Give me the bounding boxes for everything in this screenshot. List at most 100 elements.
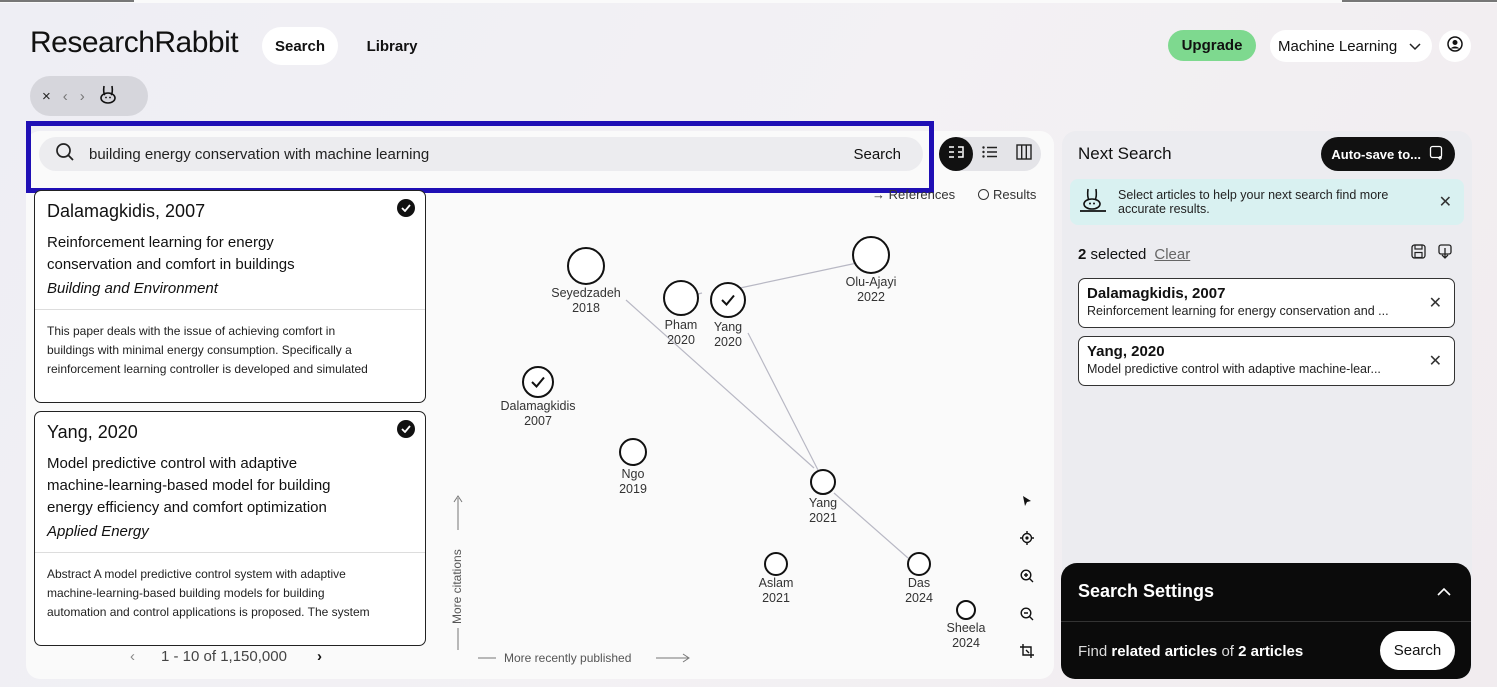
- paper-title: Yang, 2020: [47, 422, 138, 442]
- upgrade-button[interactable]: Upgrade: [1168, 30, 1256, 61]
- paper-venue: Building and Environment: [47, 280, 218, 297]
- graph-node-year: 2007: [524, 414, 552, 428]
- fit-view-button[interactable]: [1016, 643, 1038, 665]
- graph-node-circle[interactable]: [663, 280, 699, 316]
- find-related-text: Find related articles of 2 articles: [1078, 643, 1303, 660]
- selection-actions: [1411, 244, 1452, 264]
- find-prefix: Find: [1078, 643, 1108, 660]
- columns-icon: [1016, 143, 1032, 165]
- selected-paper-card[interactable]: Yang, 2020 Model predictive control with…: [1078, 336, 1455, 386]
- download-icon[interactable]: [1438, 244, 1452, 264]
- graph-node-circle[interactable]: [619, 438, 647, 466]
- close-hint-icon[interactable]: ✕: [1439, 192, 1452, 212]
- prev-page-button[interactable]: ‹: [130, 648, 135, 665]
- paper-subtitle-line: Model predictive control with adaptive: [47, 455, 298, 472]
- auto-save-button[interactable]: Auto-save to...: [1321, 137, 1455, 171]
- checked-icon[interactable]: [397, 420, 415, 438]
- user-icon: [1447, 35, 1463, 57]
- chevron-up-icon[interactable]: [1437, 583, 1451, 601]
- abstract-line: automation and control applications is p…: [47, 605, 370, 619]
- abstract-line: Abstract A model predictive control syst…: [47, 567, 346, 581]
- paper-abstract: Abstract A model predictive control syst…: [35, 552, 425, 630]
- auto-save-label: Auto-save to...: [1331, 146, 1421, 162]
- graph-node-circle[interactable]: [852, 236, 890, 274]
- graph-node[interactable]: Das2024: [905, 552, 933, 605]
- remove-selected-icon[interactable]: ✕: [1429, 293, 1442, 313]
- account-button[interactable]: [1439, 30, 1471, 62]
- paper-card[interactable]: Dalamagkidis, 2007 Reinforcement learnin…: [34, 190, 426, 403]
- graph-node[interactable]: Sheela2024: [947, 600, 986, 650]
- nav-library-tab[interactable]: Library: [354, 27, 430, 65]
- collection-dropdown[interactable]: Machine Learning: [1270, 30, 1432, 62]
- zoom-out-icon: [1020, 606, 1034, 626]
- graph-node-name: Ngo: [622, 467, 645, 481]
- find-mid: of: [1221, 643, 1234, 660]
- paper-card[interactable]: Yang, 2020 Model predictive control with…: [34, 411, 426, 646]
- chevron-down-icon: [1409, 38, 1421, 55]
- zoom-in-icon: [1020, 568, 1034, 588]
- graph-view-button[interactable]: [939, 137, 973, 171]
- graph-node-year: 2019: [619, 482, 647, 496]
- graph-node[interactable]: Aslam2021: [759, 552, 794, 605]
- graph-node-name: Dalamagkidis: [500, 399, 575, 413]
- back-icon[interactable]: ‹: [63, 88, 68, 105]
- graph-node[interactable]: Dalamagkidis2007: [500, 366, 576, 428]
- graph-node[interactable]: Yang2020: [710, 282, 746, 349]
- graph-edge: [833, 492, 909, 559]
- pagination: ‹ 1 - 10 of 1,150,000 ›: [130, 648, 322, 665]
- graph-node-circle[interactable]: [907, 552, 931, 576]
- graph-node[interactable]: Olu-Ajayi2022: [846, 236, 897, 304]
- top-border: [0, 0, 1497, 3]
- close-icon[interactable]: ×: [42, 88, 51, 105]
- view-toggle: [939, 137, 1041, 171]
- paper-subtitle-line: energy efficiency and comfort optimizati…: [47, 499, 327, 516]
- graph-node-year: 2024: [952, 636, 980, 650]
- graph-node-circle[interactable]: [567, 247, 605, 285]
- graph-node-circle[interactable]: [810, 469, 836, 495]
- collection-label: Machine Learning: [1278, 37, 1398, 55]
- graph-node-circle[interactable]: [710, 282, 746, 318]
- graph-node-circle[interactable]: [522, 366, 554, 398]
- selected-paper-card[interactable]: Dalamagkidis, 2007 Reinforcement learnin…: [1078, 278, 1455, 328]
- settings-divider: [1061, 621, 1471, 622]
- top-border-segment: [0, 0, 134, 2]
- search-settings-panel: Search Settings Find related articles of…: [1061, 563, 1471, 679]
- graph-node[interactable]: Pham2020: [663, 280, 699, 347]
- graph-node-year: 2022: [857, 290, 885, 304]
- next-search-title: Next Search: [1078, 144, 1172, 163]
- nav-search-tab[interactable]: Search: [262, 27, 338, 65]
- column-view-button[interactable]: [1007, 137, 1041, 171]
- graph-node-year: 2021: [809, 511, 837, 525]
- next-page-button[interactable]: ›: [317, 648, 322, 665]
- graph-node-circle[interactable]: [764, 552, 788, 576]
- graph-node-year: 2018: [572, 301, 600, 315]
- selected-paper-title: Yang, 2020: [1087, 343, 1165, 360]
- zoom-out-button[interactable]: [1016, 605, 1038, 627]
- graph-node[interactable]: Seyedzadeh2018: [551, 247, 621, 315]
- graph-node[interactable]: Ngo2019: [619, 438, 647, 496]
- search-settings-title[interactable]: Search Settings: [1078, 581, 1214, 602]
- graph-node-year: 2021: [762, 591, 790, 605]
- list-view-button[interactable]: [973, 137, 1007, 171]
- zoom-in-button[interactable]: [1016, 567, 1038, 589]
- graph-node-name: Yang: [714, 320, 742, 334]
- clear-selection-link[interactable]: Clear: [1154, 246, 1190, 263]
- save-icon[interactable]: [1411, 244, 1426, 264]
- find-count-label: 2 articles: [1238, 643, 1304, 660]
- center-tool[interactable]: [1016, 529, 1038, 551]
- pointer-tool[interactable]: [1016, 492, 1038, 514]
- forward-icon[interactable]: ›: [80, 88, 85, 105]
- selected-paper-subtitle: Model predictive control with adaptive m…: [1087, 362, 1381, 376]
- selected-count-label: selected: [1090, 246, 1147, 263]
- citation-graph[interactable]: Seyedzadeh2018Olu-Ajayi2022Pham2020Yang2…: [430, 180, 1054, 680]
- remove-selected-icon[interactable]: ✕: [1429, 351, 1442, 371]
- rabbit-icon: [1078, 187, 1108, 218]
- graph-node[interactable]: Yang2021: [809, 469, 837, 525]
- collection-add-icon: [1429, 145, 1445, 164]
- checked-icon[interactable]: [397, 199, 415, 217]
- selected-count-number: 2: [1078, 246, 1087, 263]
- rabbit-icon[interactable]: [97, 83, 119, 109]
- run-search-button[interactable]: Search: [1380, 631, 1455, 670]
- graph-node-circle[interactable]: [956, 600, 976, 620]
- graph-node-name: Olu-Ajayi: [846, 275, 897, 289]
